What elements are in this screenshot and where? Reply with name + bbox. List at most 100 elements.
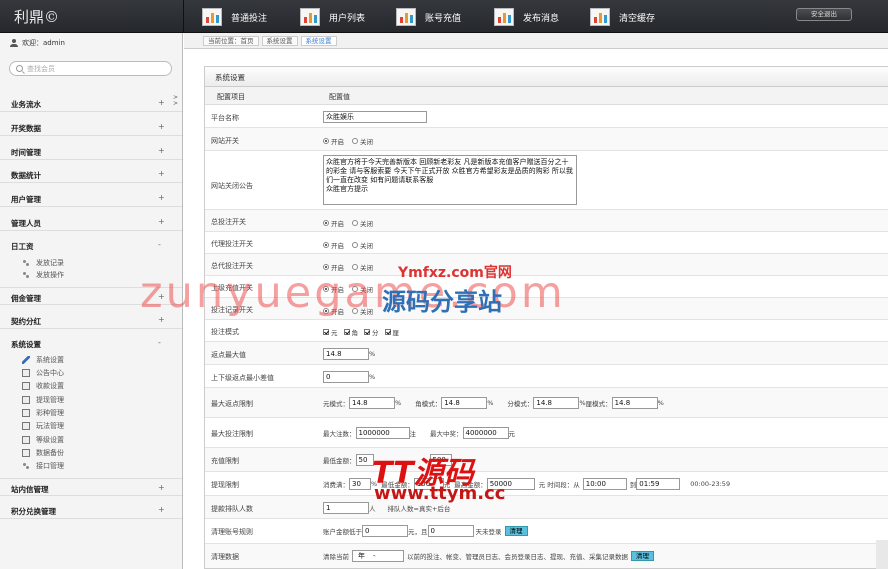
sidebar-section-commission[interactable]: 佣金管理 + [0, 287, 182, 305]
nav-account-recharge[interactable]: 账号充值 [396, 7, 461, 27]
close-notice-textarea[interactable]: 众胜官方将于今天完善新版本 回顾新老彩友 凡是新版本充值客户赠送百分之十的彩金 … [323, 155, 577, 205]
item-label: 收款设置 [36, 382, 64, 390]
withdraw-min-input[interactable]: 100 [413, 478, 444, 490]
sidebar: 欢迎：admin 查找会员 > > 业务流水 + 开奖数据 + 时间管理 + 数据统计 +… [0, 33, 183, 569]
recharge-max-input[interactable]: 500 [429, 454, 452, 466]
li-mode-rebate-input[interactable]: 14.8 [611, 397, 658, 409]
mode-yuan-checkbox[interactable] [323, 329, 329, 335]
item-label: 公告中心 [36, 369, 64, 377]
sidebar-section-business-flow[interactable]: 业务流水 + [0, 94, 182, 112]
section-label: 站内信管理 [11, 485, 49, 494]
sidebar-item-lottery-types[interactable]: 彩种管理 [22, 407, 64, 419]
bet-record-on-radio[interactable] [323, 308, 329, 314]
row-label: 上下级返点最小差值 [211, 374, 274, 382]
section-label: 日工资 [11, 242, 34, 251]
nav-user-list[interactable]: 用户列表 [300, 7, 365, 27]
mode-jiao-checkbox[interactable] [343, 329, 350, 335]
sidebar-item-wage-records[interactable]: 发放记录 [22, 257, 64, 269]
chart-icon [494, 8, 514, 26]
collapse-icon: - [158, 338, 161, 347]
clean-days-input[interactable]: 0 [427, 525, 474, 537]
bet-switch-off-radio[interactable] [352, 220, 358, 226]
row-site-name: 平台名称 众胜娱乐 [205, 105, 888, 128]
sidebar-section-site-messages[interactable]: 站内信管理 + [0, 478, 182, 496]
max-prize-input[interactable]: 4000000 [462, 427, 509, 439]
clean-data-button[interactable]: 清理 [631, 551, 654, 561]
general-agent-bet-on-radio[interactable] [323, 264, 329, 270]
sidebar-section-system-settings[interactable]: 系统设置 - [0, 334, 182, 352]
section-label: 佣金管理 [11, 294, 41, 303]
nav-normal-bet[interactable]: 普通投注 [202, 7, 267, 27]
nav-publish-message[interactable]: 发布消息 [494, 7, 559, 27]
sidebar-section-users[interactable]: 用户管理 + [0, 189, 182, 207]
rebate-max-input[interactable]: 14.8 [323, 348, 369, 360]
bet-record-off-radio[interactable] [352, 308, 358, 314]
sidebar-section-contract-dividend[interactable]: 契约分红 + [0, 311, 182, 329]
agent-bet-off-radio[interactable] [352, 242, 358, 248]
sidebar-section-lottery-data[interactable]: 开奖数据 + [0, 118, 182, 136]
unit-label: % [369, 373, 376, 381]
balance-below-label: 账户金额低于 [323, 528, 362, 536]
site-switch-on-radio[interactable] [323, 138, 329, 144]
bet-switch-on-radio[interactable] [323, 220, 329, 226]
site-switch-off-radio[interactable] [352, 138, 358, 144]
dots-icon [22, 462, 30, 470]
sidebar-item-api-management[interactable]: 接口管理 [22, 460, 64, 472]
recharge-min-input[interactable]: 50 [355, 454, 374, 466]
logout-button[interactable]: 安全退出 [796, 8, 852, 21]
clean-accounts-button[interactable]: 清理 [504, 526, 528, 536]
clean-period-select[interactable]: 年- [352, 550, 404, 562]
rebate-min-diff-input[interactable]: 0 [323, 371, 369, 383]
yuan-mode-rebate-input[interactable]: 14.8 [349, 397, 395, 409]
mode-label: 分模式： [507, 400, 534, 408]
scrollbar[interactable] [876, 540, 888, 569]
sidebar-item-system-settings[interactable]: 系统设置 [22, 354, 64, 366]
general-agent-bet-off-radio[interactable] [352, 264, 358, 270]
consume-label: 消费满： [323, 481, 349, 489]
clean-amount-input[interactable]: 0 [362, 525, 408, 537]
row-agent-bet-switch: 代理投注开关 开启 关闭 [205, 232, 888, 254]
withdraw-time-to-input[interactable]: 01:59 [636, 478, 681, 490]
withdraw-time-from-input[interactable]: 10:00 [582, 478, 627, 490]
breadcrumb-system[interactable]: 系统设置 [261, 36, 298, 46]
sidebar-section-admins[interactable]: 管理人员 + [0, 213, 182, 231]
row-clean-account-rule: 清理账号规则 账户金额低于 0 元，且 0 天未登录 清理 [205, 519, 888, 544]
sidebar-item-level-settings[interactable]: 等级设置 [22, 434, 64, 446]
expand-icon: + [158, 122, 165, 131]
member-search-input[interactable]: 查找会员 [9, 61, 172, 76]
breadcrumb-home[interactable]: 当前位置：首页 [203, 36, 259, 46]
withdraw-queue-input[interactable]: 1 [323, 502, 369, 514]
fen-mode-rebate-input[interactable]: 14.8 [533, 397, 580, 409]
nav-clear-cache[interactable]: 清空缓存 [590, 7, 655, 27]
upper-recharge-on-radio[interactable] [323, 286, 329, 292]
backup-icon [22, 449, 30, 457]
withdraw-max-input[interactable]: 50000 [486, 478, 535, 490]
site-name-input[interactable]: 众胜娱乐 [323, 111, 427, 123]
jiao-mode-rebate-input[interactable]: 14.8 [441, 397, 488, 409]
max-bet-count-input[interactable]: 1000000 [355, 427, 410, 439]
sidebar-item-data-backup[interactable]: 数据备份 [22, 447, 64, 459]
sidebar-section-daily-wage[interactable]: 日工资 - [0, 236, 182, 254]
mode-li-checkbox[interactable] [384, 329, 391, 335]
sidebar-section-statistics[interactable]: 数据统计 + [0, 165, 182, 183]
sidebar-item-payment-settings[interactable]: 收款设置 [22, 380, 64, 392]
sidebar-item-notice-center[interactable]: 公告中心 [22, 367, 64, 379]
consume-percent-input[interactable]: 30 [349, 478, 371, 490]
col-config-item: 配置项目 [217, 93, 245, 101]
radio-label: 开启 [331, 220, 344, 228]
mode-fen-checkbox[interactable] [364, 329, 370, 335]
agent-bet-on-radio[interactable] [323, 242, 329, 248]
row-label: 网站关闭公告 [211, 182, 253, 190]
dots-icon [22, 271, 30, 279]
sidebar-section-points-exchange[interactable]: 积分兑换管理 + [0, 501, 182, 519]
sidebar-item-wage-operation[interactable]: 发放操作 [22, 269, 64, 281]
radio-label: 开启 [331, 242, 344, 250]
sidebar-item-play-management[interactable]: 玩法管理 [22, 420, 64, 432]
welcome-bar: 欢迎：admin [10, 38, 65, 48]
row-label: 提现限制 [211, 481, 239, 489]
sidebar-section-time[interactable]: 时间管理 + [0, 142, 182, 160]
sidebar-item-withdraw-management[interactable]: 提现管理 [22, 394, 64, 406]
max-count-label: 最大注数： [323, 430, 356, 438]
upper-recharge-off-radio[interactable] [352, 286, 358, 292]
expand-icon: + [158, 217, 165, 226]
